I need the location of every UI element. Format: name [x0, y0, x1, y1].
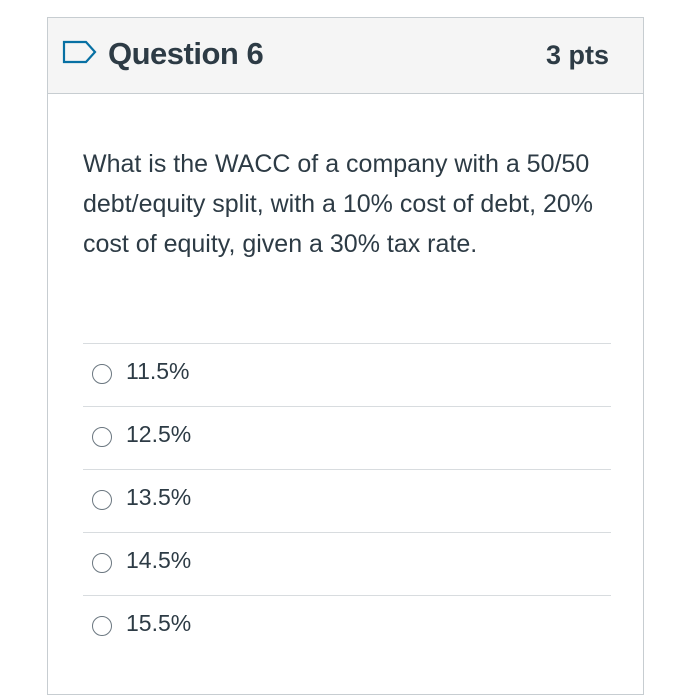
- answer-option[interactable]: 12.5%: [83, 406, 611, 469]
- radio-button[interactable]: [92, 490, 112, 510]
- question-text: What is the WACC of a company with a 50/…: [83, 150, 594, 258]
- answer-label[interactable]: 14.5%: [126, 547, 191, 574]
- answer-label[interactable]: 11.5%: [126, 358, 190, 385]
- answer-option[interactable]: 13.5%: [83, 469, 611, 532]
- answer-label[interactable]: 12.5%: [126, 421, 191, 448]
- answer-label[interactable]: 13.5%: [126, 484, 191, 511]
- question-card: Question 6 3 pts What is the WACC of a c…: [47, 17, 644, 695]
- radio-button[interactable]: [92, 616, 112, 636]
- radio-button[interactable]: [92, 427, 112, 447]
- answer-option[interactable]: 14.5%: [83, 532, 611, 595]
- question-header: Question 6 3 pts: [48, 18, 643, 94]
- answer-label[interactable]: 15.5%: [126, 610, 191, 637]
- flag-question-icon[interactable]: [62, 40, 98, 64]
- question-title: Question 6: [108, 36, 264, 71]
- answer-option[interactable]: 11.5%: [83, 343, 611, 406]
- question-points: 3 pts: [545, 40, 609, 70]
- radio-button[interactable]: [92, 364, 112, 384]
- radio-button[interactable]: [92, 553, 112, 573]
- answer-option[interactable]: 15.5%: [83, 595, 611, 658]
- answer-list: 11.5% 12.5% 13.5% 14.5% 15.5%: [83, 343, 611, 658]
